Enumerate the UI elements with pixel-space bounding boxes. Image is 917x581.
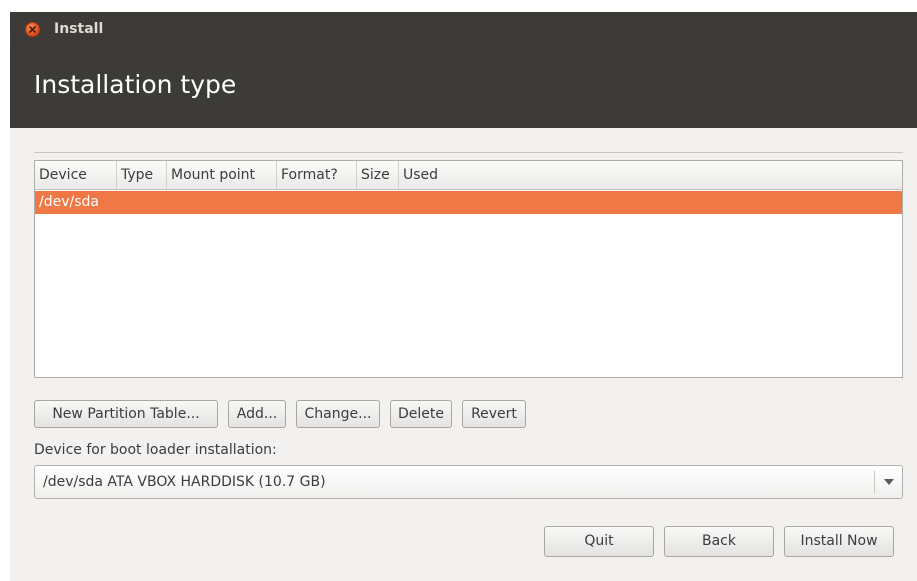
column-header-used[interactable]: Used <box>399 161 519 189</box>
delete-partition-button[interactable]: Delete <box>390 400 452 428</box>
boot-loader-label: Device for boot loader installation: <box>34 442 277 458</box>
back-button[interactable]: Back <box>664 526 774 557</box>
column-header-format[interactable]: Format? <box>277 161 357 189</box>
add-partition-button[interactable]: Add... <box>228 400 286 428</box>
boot-loader-selected-value: /dev/sda ATA VBOX HARDDISK (10.7 GB) <box>43 474 326 490</box>
column-header-size[interactable]: Size <box>357 161 399 189</box>
close-icon[interactable] <box>25 22 40 37</box>
page-title: Installation type <box>34 70 237 99</box>
table-row[interactable]: /dev/sda <box>35 191 902 214</box>
install-now-button[interactable]: Install Now <box>784 526 894 557</box>
change-partition-button[interactable]: Change... <box>296 400 380 428</box>
window-title: Install <box>54 21 104 37</box>
quit-button[interactable]: Quit <box>544 526 654 557</box>
partition-table[interactable]: Device Type Mount point Format? Size Use… <box>34 160 903 378</box>
column-header-device[interactable]: Device <box>35 161 117 189</box>
table-header: Device Type Mount point Format? Size Use… <box>35 161 902 190</box>
divider <box>34 152 903 153</box>
row-device: /dev/sda <box>39 194 99 210</box>
installer-window: Install Installation type Device Type Mo… <box>10 12 917 581</box>
revert-button[interactable]: Revert <box>462 400 526 428</box>
column-header-type[interactable]: Type <box>117 161 167 189</box>
main-content: Device Type Mount point Format? Size Use… <box>10 128 917 581</box>
new-partition-table-button[interactable]: New Partition Table... <box>34 400 218 428</box>
chevron-down-icon[interactable] <box>884 479 894 485</box>
title-bar[interactable]: Install <box>10 12 917 52</box>
column-header-mount-point[interactable]: Mount point <box>167 161 277 189</box>
page-header: Installation type <box>10 52 917 128</box>
combo-divider <box>874 471 875 493</box>
boot-loader-device-select[interactable]: /dev/sda ATA VBOX HARDDISK (10.7 GB) <box>34 465 903 499</box>
